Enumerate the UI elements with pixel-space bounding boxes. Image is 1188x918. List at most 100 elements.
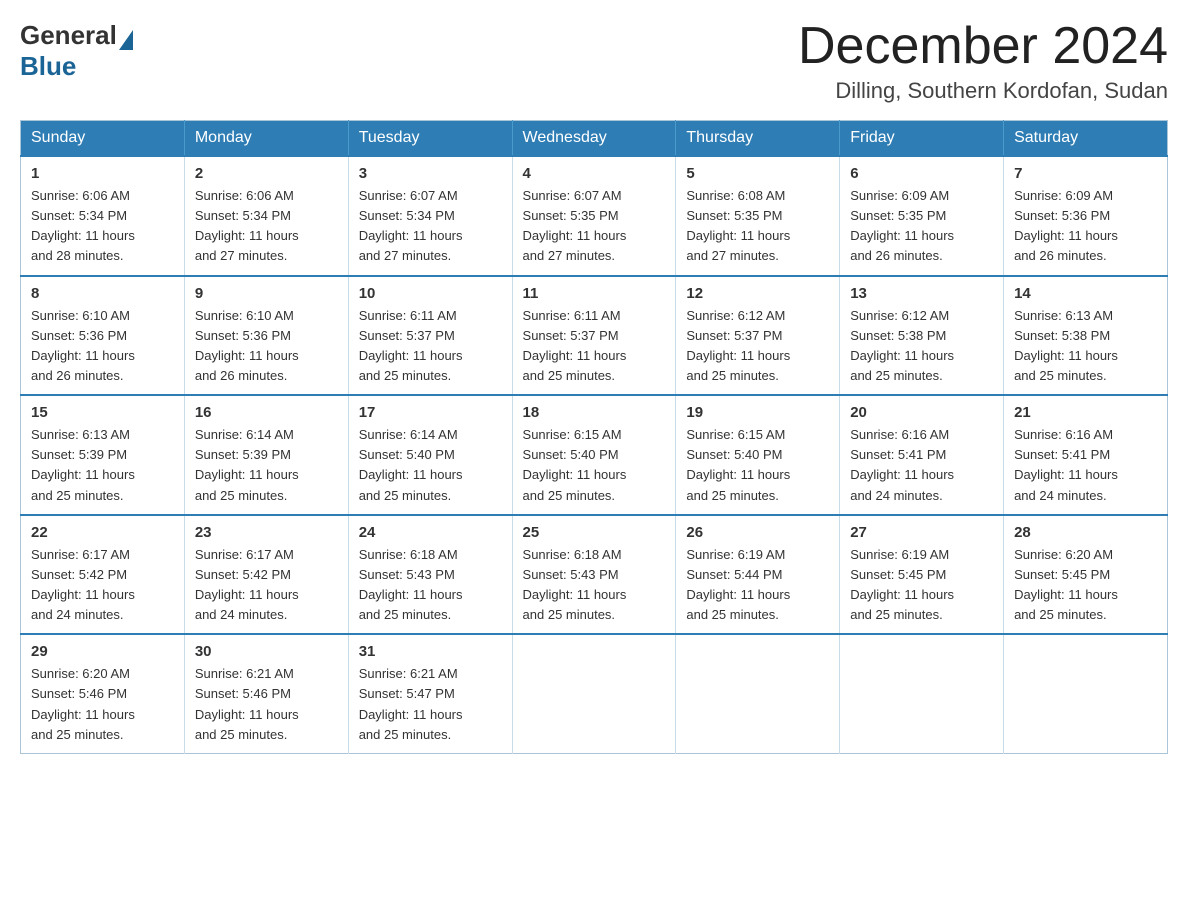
day-info: Sunrise: 6:18 AM Sunset: 5:43 PM Dayligh… (359, 545, 502, 626)
calendar-cell: 31 Sunrise: 6:21 AM Sunset: 5:47 PM Dayl… (348, 634, 512, 753)
day-number: 29 (31, 643, 174, 660)
page-header: General Blue December 2024 Dilling, Sout… (20, 20, 1168, 104)
day-number: 17 (359, 404, 502, 421)
day-number: 5 (686, 165, 829, 182)
day-info: Sunrise: 6:12 AM Sunset: 5:38 PM Dayligh… (850, 306, 993, 387)
calendar-cell: 5 Sunrise: 6:08 AM Sunset: 5:35 PM Dayli… (676, 156, 840, 276)
calendar-week-row-1: 1 Sunrise: 6:06 AM Sunset: 5:34 PM Dayli… (21, 156, 1168, 276)
calendar-cell: 29 Sunrise: 6:20 AM Sunset: 5:46 PM Dayl… (21, 634, 185, 753)
calendar-cell (1004, 634, 1168, 753)
month-title: December 2024 (798, 20, 1168, 72)
calendar-cell: 9 Sunrise: 6:10 AM Sunset: 5:36 PM Dayli… (184, 276, 348, 396)
calendar-cell (840, 634, 1004, 753)
day-number: 11 (523, 285, 666, 302)
day-info: Sunrise: 6:16 AM Sunset: 5:41 PM Dayligh… (850, 425, 993, 506)
calendar-week-row-4: 22 Sunrise: 6:17 AM Sunset: 5:42 PM Dayl… (21, 515, 1168, 635)
day-number: 28 (1014, 524, 1157, 541)
location-subtitle: Dilling, Southern Kordofan, Sudan (798, 78, 1168, 104)
day-number: 14 (1014, 285, 1157, 302)
day-number: 24 (359, 524, 502, 541)
calendar-header-row: Sunday Monday Tuesday Wednesday Thursday… (21, 121, 1168, 157)
calendar-cell: 30 Sunrise: 6:21 AM Sunset: 5:46 PM Dayl… (184, 634, 348, 753)
calendar-cell: 24 Sunrise: 6:18 AM Sunset: 5:43 PM Dayl… (348, 515, 512, 635)
day-info: Sunrise: 6:07 AM Sunset: 5:34 PM Dayligh… (359, 186, 502, 267)
calendar-cell: 23 Sunrise: 6:17 AM Sunset: 5:42 PM Dayl… (184, 515, 348, 635)
day-info: Sunrise: 6:14 AM Sunset: 5:39 PM Dayligh… (195, 425, 338, 506)
day-info: Sunrise: 6:20 AM Sunset: 5:45 PM Dayligh… (1014, 545, 1157, 626)
day-number: 2 (195, 165, 338, 182)
day-info: Sunrise: 6:12 AM Sunset: 5:37 PM Dayligh… (686, 306, 829, 387)
day-number: 3 (359, 165, 502, 182)
day-info: Sunrise: 6:09 AM Sunset: 5:36 PM Dayligh… (1014, 186, 1157, 267)
calendar-cell: 19 Sunrise: 6:15 AM Sunset: 5:40 PM Dayl… (676, 395, 840, 515)
calendar-cell: 10 Sunrise: 6:11 AM Sunset: 5:37 PM Dayl… (348, 276, 512, 396)
calendar-cell: 16 Sunrise: 6:14 AM Sunset: 5:39 PM Dayl… (184, 395, 348, 515)
header-saturday: Saturday (1004, 121, 1168, 157)
day-info: Sunrise: 6:11 AM Sunset: 5:37 PM Dayligh… (523, 306, 666, 387)
calendar-cell: 20 Sunrise: 6:16 AM Sunset: 5:41 PM Dayl… (840, 395, 1004, 515)
calendar-cell: 15 Sunrise: 6:13 AM Sunset: 5:39 PM Dayl… (21, 395, 185, 515)
day-info: Sunrise: 6:15 AM Sunset: 5:40 PM Dayligh… (523, 425, 666, 506)
day-number: 19 (686, 404, 829, 421)
day-info: Sunrise: 6:13 AM Sunset: 5:39 PM Dayligh… (31, 425, 174, 506)
day-info: Sunrise: 6:17 AM Sunset: 5:42 PM Dayligh… (195, 545, 338, 626)
calendar-cell (676, 634, 840, 753)
header-thursday: Thursday (676, 121, 840, 157)
day-info: Sunrise: 6:21 AM Sunset: 5:46 PM Dayligh… (195, 664, 338, 745)
calendar-cell: 14 Sunrise: 6:13 AM Sunset: 5:38 PM Dayl… (1004, 276, 1168, 396)
calendar-cell: 22 Sunrise: 6:17 AM Sunset: 5:42 PM Dayl… (21, 515, 185, 635)
day-info: Sunrise: 6:13 AM Sunset: 5:38 PM Dayligh… (1014, 306, 1157, 387)
logo: General Blue (20, 20, 135, 82)
day-info: Sunrise: 6:06 AM Sunset: 5:34 PM Dayligh… (31, 186, 174, 267)
calendar-cell: 21 Sunrise: 6:16 AM Sunset: 5:41 PM Dayl… (1004, 395, 1168, 515)
day-number: 23 (195, 524, 338, 541)
calendar-cell: 27 Sunrise: 6:19 AM Sunset: 5:45 PM Dayl… (840, 515, 1004, 635)
day-info: Sunrise: 6:20 AM Sunset: 5:46 PM Dayligh… (31, 664, 174, 745)
calendar-week-row-3: 15 Sunrise: 6:13 AM Sunset: 5:39 PM Dayl… (21, 395, 1168, 515)
day-number: 27 (850, 524, 993, 541)
header-friday: Friday (840, 121, 1004, 157)
day-number: 4 (523, 165, 666, 182)
day-info: Sunrise: 6:08 AM Sunset: 5:35 PM Dayligh… (686, 186, 829, 267)
day-number: 22 (31, 524, 174, 541)
calendar-week-row-2: 8 Sunrise: 6:10 AM Sunset: 5:36 PM Dayli… (21, 276, 1168, 396)
day-number: 7 (1014, 165, 1157, 182)
calendar-cell: 18 Sunrise: 6:15 AM Sunset: 5:40 PM Dayl… (512, 395, 676, 515)
day-number: 25 (523, 524, 666, 541)
calendar-table: Sunday Monday Tuesday Wednesday Thursday… (20, 120, 1168, 754)
day-number: 9 (195, 285, 338, 302)
day-info: Sunrise: 6:19 AM Sunset: 5:45 PM Dayligh… (850, 545, 993, 626)
header-wednesday: Wednesday (512, 121, 676, 157)
day-info: Sunrise: 6:15 AM Sunset: 5:40 PM Dayligh… (686, 425, 829, 506)
logo-general-text: General (20, 20, 117, 51)
calendar-cell: 13 Sunrise: 6:12 AM Sunset: 5:38 PM Dayl… (840, 276, 1004, 396)
calendar-cell: 28 Sunrise: 6:20 AM Sunset: 5:45 PM Dayl… (1004, 515, 1168, 635)
calendar-cell: 6 Sunrise: 6:09 AM Sunset: 5:35 PM Dayli… (840, 156, 1004, 276)
header-tuesday: Tuesday (348, 121, 512, 157)
day-info: Sunrise: 6:14 AM Sunset: 5:40 PM Dayligh… (359, 425, 502, 506)
calendar-cell: 25 Sunrise: 6:18 AM Sunset: 5:43 PM Dayl… (512, 515, 676, 635)
header-monday: Monday (184, 121, 348, 157)
calendar-cell: 11 Sunrise: 6:11 AM Sunset: 5:37 PM Dayl… (512, 276, 676, 396)
day-info: Sunrise: 6:07 AM Sunset: 5:35 PM Dayligh… (523, 186, 666, 267)
day-info: Sunrise: 6:09 AM Sunset: 5:35 PM Dayligh… (850, 186, 993, 267)
day-number: 13 (850, 285, 993, 302)
calendar-cell: 17 Sunrise: 6:14 AM Sunset: 5:40 PM Dayl… (348, 395, 512, 515)
title-block: December 2024 Dilling, Southern Kordofan… (798, 20, 1168, 104)
calendar-cell: 12 Sunrise: 6:12 AM Sunset: 5:37 PM Dayl… (676, 276, 840, 396)
day-info: Sunrise: 6:10 AM Sunset: 5:36 PM Dayligh… (195, 306, 338, 387)
day-info: Sunrise: 6:17 AM Sunset: 5:42 PM Dayligh… (31, 545, 174, 626)
logo-blue-text: Blue (20, 51, 76, 82)
day-number: 26 (686, 524, 829, 541)
day-number: 6 (850, 165, 993, 182)
calendar-cell: 4 Sunrise: 6:07 AM Sunset: 5:35 PM Dayli… (512, 156, 676, 276)
calendar-cell: 7 Sunrise: 6:09 AM Sunset: 5:36 PM Dayli… (1004, 156, 1168, 276)
day-number: 10 (359, 285, 502, 302)
day-number: 21 (1014, 404, 1157, 421)
day-number: 12 (686, 285, 829, 302)
calendar-cell: 26 Sunrise: 6:19 AM Sunset: 5:44 PM Dayl… (676, 515, 840, 635)
day-number: 18 (523, 404, 666, 421)
day-number: 16 (195, 404, 338, 421)
calendar-cell: 3 Sunrise: 6:07 AM Sunset: 5:34 PM Dayli… (348, 156, 512, 276)
day-info: Sunrise: 6:06 AM Sunset: 5:34 PM Dayligh… (195, 186, 338, 267)
